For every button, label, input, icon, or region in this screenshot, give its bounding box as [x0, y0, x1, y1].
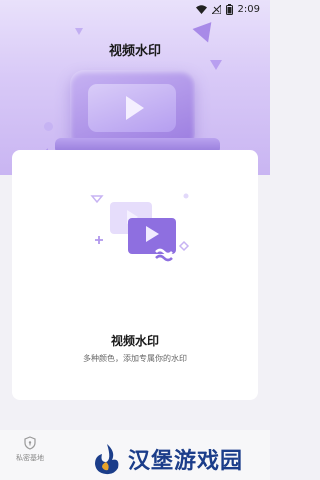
play-icon	[126, 96, 144, 120]
feature-card[interactable]: 视频水印 多种颜色，添加专属你的水印	[12, 150, 258, 400]
card-subtitle: 多种颜色，添加专属你的水印	[83, 354, 187, 363]
flame-logo-icon	[95, 444, 119, 475]
no-signal-icon	[211, 4, 221, 14]
video-watermark-icon	[90, 193, 190, 262]
page-title: 视频水印	[108, 44, 161, 59]
deco-triangle-icon	[75, 28, 83, 35]
status-bar: 2:09	[0, 0, 270, 18]
nav-item-private-base[interactable]: 私密基地	[4, 436, 56, 480]
wifi-icon	[195, 4, 207, 14]
monitor-screen	[88, 84, 176, 132]
deco-dot-icon	[44, 122, 53, 131]
hero-banner: 2:09 视频水印	[0, 0, 270, 175]
monitor-illustration	[70, 70, 195, 148]
nav-item-label: 私密基地	[16, 454, 44, 462]
deco-triangle-icon	[210, 60, 222, 70]
status-time: 2:09	[237, 3, 260, 15]
watermark-logo: 汉堡游戏园	[92, 438, 270, 480]
shield-icon	[24, 436, 36, 450]
card-title: 视频水印	[110, 334, 159, 348]
battery-icon	[225, 3, 233, 15]
watermark-text: 汉堡游戏园	[128, 448, 244, 474]
